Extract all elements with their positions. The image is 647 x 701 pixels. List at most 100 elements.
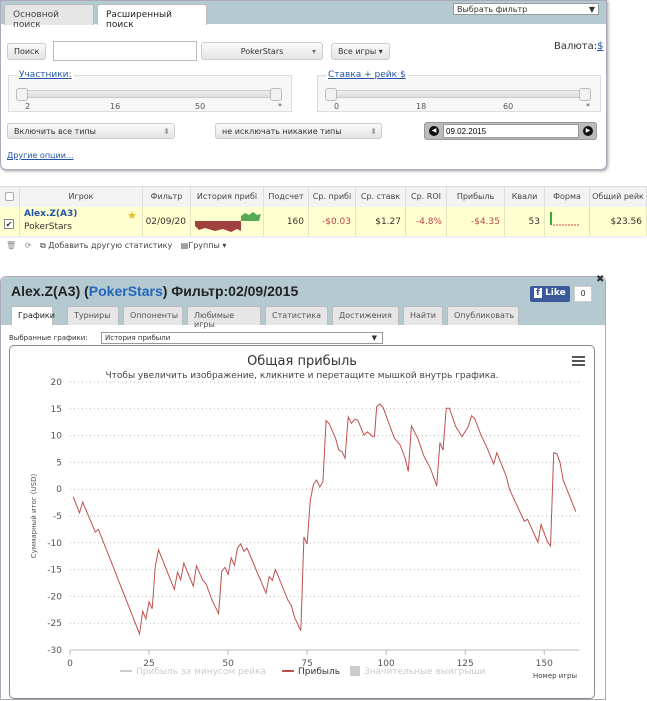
prev-date-icon[interactable]: ◀ xyxy=(429,126,439,136)
dropdown-arrow-icon: ▼ xyxy=(371,334,377,342)
refresh-icon[interactable]: ⟳ xyxy=(25,241,32,250)
col-filter[interactable]: Фильтр xyxy=(143,187,191,207)
chart-title: Общая прибыль xyxy=(247,354,357,369)
col-count[interactable]: Подсчет xyxy=(264,187,309,207)
tab-achievements[interactable]: Достижения xyxy=(332,306,399,325)
include-types-select[interactable]: Включить все типы ⬍ xyxy=(7,123,175,139)
like-count: 0 xyxy=(574,286,592,302)
stake-range: Ставка + рейк $ 0 18 60 * xyxy=(317,70,601,112)
tab-favorite-games[interactable]: Любимые игры xyxy=(187,306,261,329)
facebook-like-button[interactable]: f Like xyxy=(530,286,570,302)
col-avg-profit[interactable]: Ср. прибі xyxy=(309,187,356,207)
tab-tournaments[interactable]: Турниры xyxy=(67,306,119,325)
tick: 2 xyxy=(25,102,31,111)
tick: 16 xyxy=(110,102,121,111)
x-axis-label: Номер игры xyxy=(533,672,577,680)
add-stat-button[interactable]: ⧉ Добавить другую статистику xyxy=(40,241,172,250)
row-checkbox[interactable]: ✔ xyxy=(4,219,14,229)
tick: * xyxy=(278,102,282,111)
col-history[interactable]: История прибі xyxy=(191,187,264,207)
tab-opponents[interactable]: Оппоненты xyxy=(123,306,183,325)
medal-icon: ★ xyxy=(127,209,137,222)
y-tick-label: -30 xyxy=(47,646,62,656)
site-select[interactable]: PokerStars ▾ xyxy=(201,42,323,60)
search-input[interactable] xyxy=(53,41,197,61)
slider-handle-max[interactable] xyxy=(270,88,282,101)
player-cell: Alex.Z(A3) PokerStars ★ xyxy=(20,207,143,236)
history-sparkline xyxy=(191,207,264,236)
games-select[interactable]: Все игры ▾ xyxy=(331,43,390,60)
selected-chart-value: История прибыли xyxy=(105,334,171,342)
currency-link[interactable]: $ xyxy=(597,41,603,52)
legend-profit: Прибыль xyxy=(298,667,340,677)
chart-subtitle: Чтобы увеличить изображение, кликните и … xyxy=(105,371,498,381)
selected-charts-label: Выбранные графики: xyxy=(9,334,88,342)
table-toolbar: 🗑 ⟳ ⧉ Добавить другую статистику ▤Группы… xyxy=(6,241,226,251)
date-input[interactable] xyxy=(443,124,579,138)
tick: * xyxy=(586,102,590,111)
y-tick-label: -5 xyxy=(53,512,62,522)
y-tick-label: -15 xyxy=(47,566,62,576)
tab-advanced-search[interactable]: Расширенный поиск xyxy=(97,4,207,30)
groups-button[interactable]: ▤Группы ▾ xyxy=(181,241,227,250)
slider-handle-min[interactable] xyxy=(325,88,337,101)
y-tick-label: -10 xyxy=(47,539,62,549)
tab-publish[interactable]: Опубликовать xyxy=(447,306,519,325)
col-roi[interactable]: Ср. ROI xyxy=(406,187,447,207)
exclude-types-select[interactable]: не исключать никакие типы ⬍ xyxy=(215,123,382,139)
chart-menu-icon[interactable] xyxy=(572,356,585,366)
col-total-rake[interactable]: Общий рейк xyxy=(590,187,647,207)
dropdown-arrow-icon: ▼ xyxy=(588,5,595,14)
search-button[interactable]: Поиск xyxy=(7,43,47,60)
profile-title: Alex.Z(A3) (PokerStars) Фильтр:02/09/201… xyxy=(11,283,299,299)
tick: 50 xyxy=(195,102,206,111)
col-player[interactable]: Игрок xyxy=(20,187,143,207)
players-slider[interactable] xyxy=(16,88,282,101)
col-avg-stake[interactable]: Ср. ставк xyxy=(356,187,406,207)
y-tick-label: 5 xyxy=(56,458,62,468)
tab-basic-search[interactable]: Основной поиск xyxy=(4,4,94,30)
select-all-checkbox[interactable] xyxy=(5,192,14,201)
select-all-header xyxy=(0,187,20,207)
players-label[interactable]: Участники: xyxy=(17,70,74,80)
tab-find[interactable]: Найти xyxy=(403,306,443,325)
close-icon[interactable]: ✖ xyxy=(596,274,604,285)
col-form[interactable]: Форма xyxy=(545,187,590,207)
player-link[interactable]: Alex.Z(A3) xyxy=(24,209,142,219)
row-select: ✔ xyxy=(0,207,20,236)
legend-big-wins: Значительные выигрыши xyxy=(364,667,486,677)
profit-chart[interactable]: Общая прибыль Чтобы увеличить изображение… xyxy=(9,345,595,699)
date-picker: ◀ ▶ xyxy=(424,122,597,140)
tab-statistics[interactable]: Статистика xyxy=(265,306,328,325)
tab-charts[interactable]: Графики xyxy=(11,306,55,325)
y-tick-label: -25 xyxy=(47,619,62,629)
stake-slider[interactable] xyxy=(325,88,591,101)
profile-site-link[interactable]: PokerStars xyxy=(89,283,163,299)
profile-header: Alex.Z(A3) (PokerStars) Фильтр:02/09/201… xyxy=(1,274,605,329)
slider-handle-min[interactable] xyxy=(16,88,28,101)
y-tick-label: -20 xyxy=(47,592,62,602)
search-panel: Основной поиск Расширенный поиск Выбрать… xyxy=(0,0,607,170)
form-bar xyxy=(550,212,552,225)
x-tick-label: 0 xyxy=(67,659,73,669)
y-tick-label: 10 xyxy=(51,432,63,442)
next-date-icon[interactable]: ▶ xyxy=(583,126,593,136)
legend-net-profit: Прибыль за минусом рейка xyxy=(136,667,266,677)
col-qual[interactable]: Квали xyxy=(505,187,545,207)
results-table: Игрок Фильтр История прибі Подсчет Ср. п… xyxy=(0,186,647,250)
updown-icon: ⬍ xyxy=(163,127,170,136)
profit-series-line xyxy=(72,403,577,636)
player-site: PokerStars xyxy=(24,222,72,232)
exclude-label: не исключать никакие типы xyxy=(222,127,342,136)
facebook-icon: f xyxy=(534,288,542,298)
x-tick-label: 150 xyxy=(536,659,553,669)
y-tick-label: 0 xyxy=(56,485,62,495)
stake-label[interactable]: Ставка + рейк $ xyxy=(326,70,408,80)
more-options-link[interactable]: Другие опции... xyxy=(7,151,74,160)
filter-select[interactable]: Выбрать фильтр ▼ xyxy=(453,3,599,15)
slider-handle-max[interactable] xyxy=(579,88,591,101)
col-profit[interactable]: Прибыль xyxy=(447,187,505,207)
selected-charts-select[interactable]: История прибыли ▼ xyxy=(101,332,383,344)
tick: 18 xyxy=(416,102,427,111)
trash-icon[interactable]: 🗑 xyxy=(6,241,16,250)
